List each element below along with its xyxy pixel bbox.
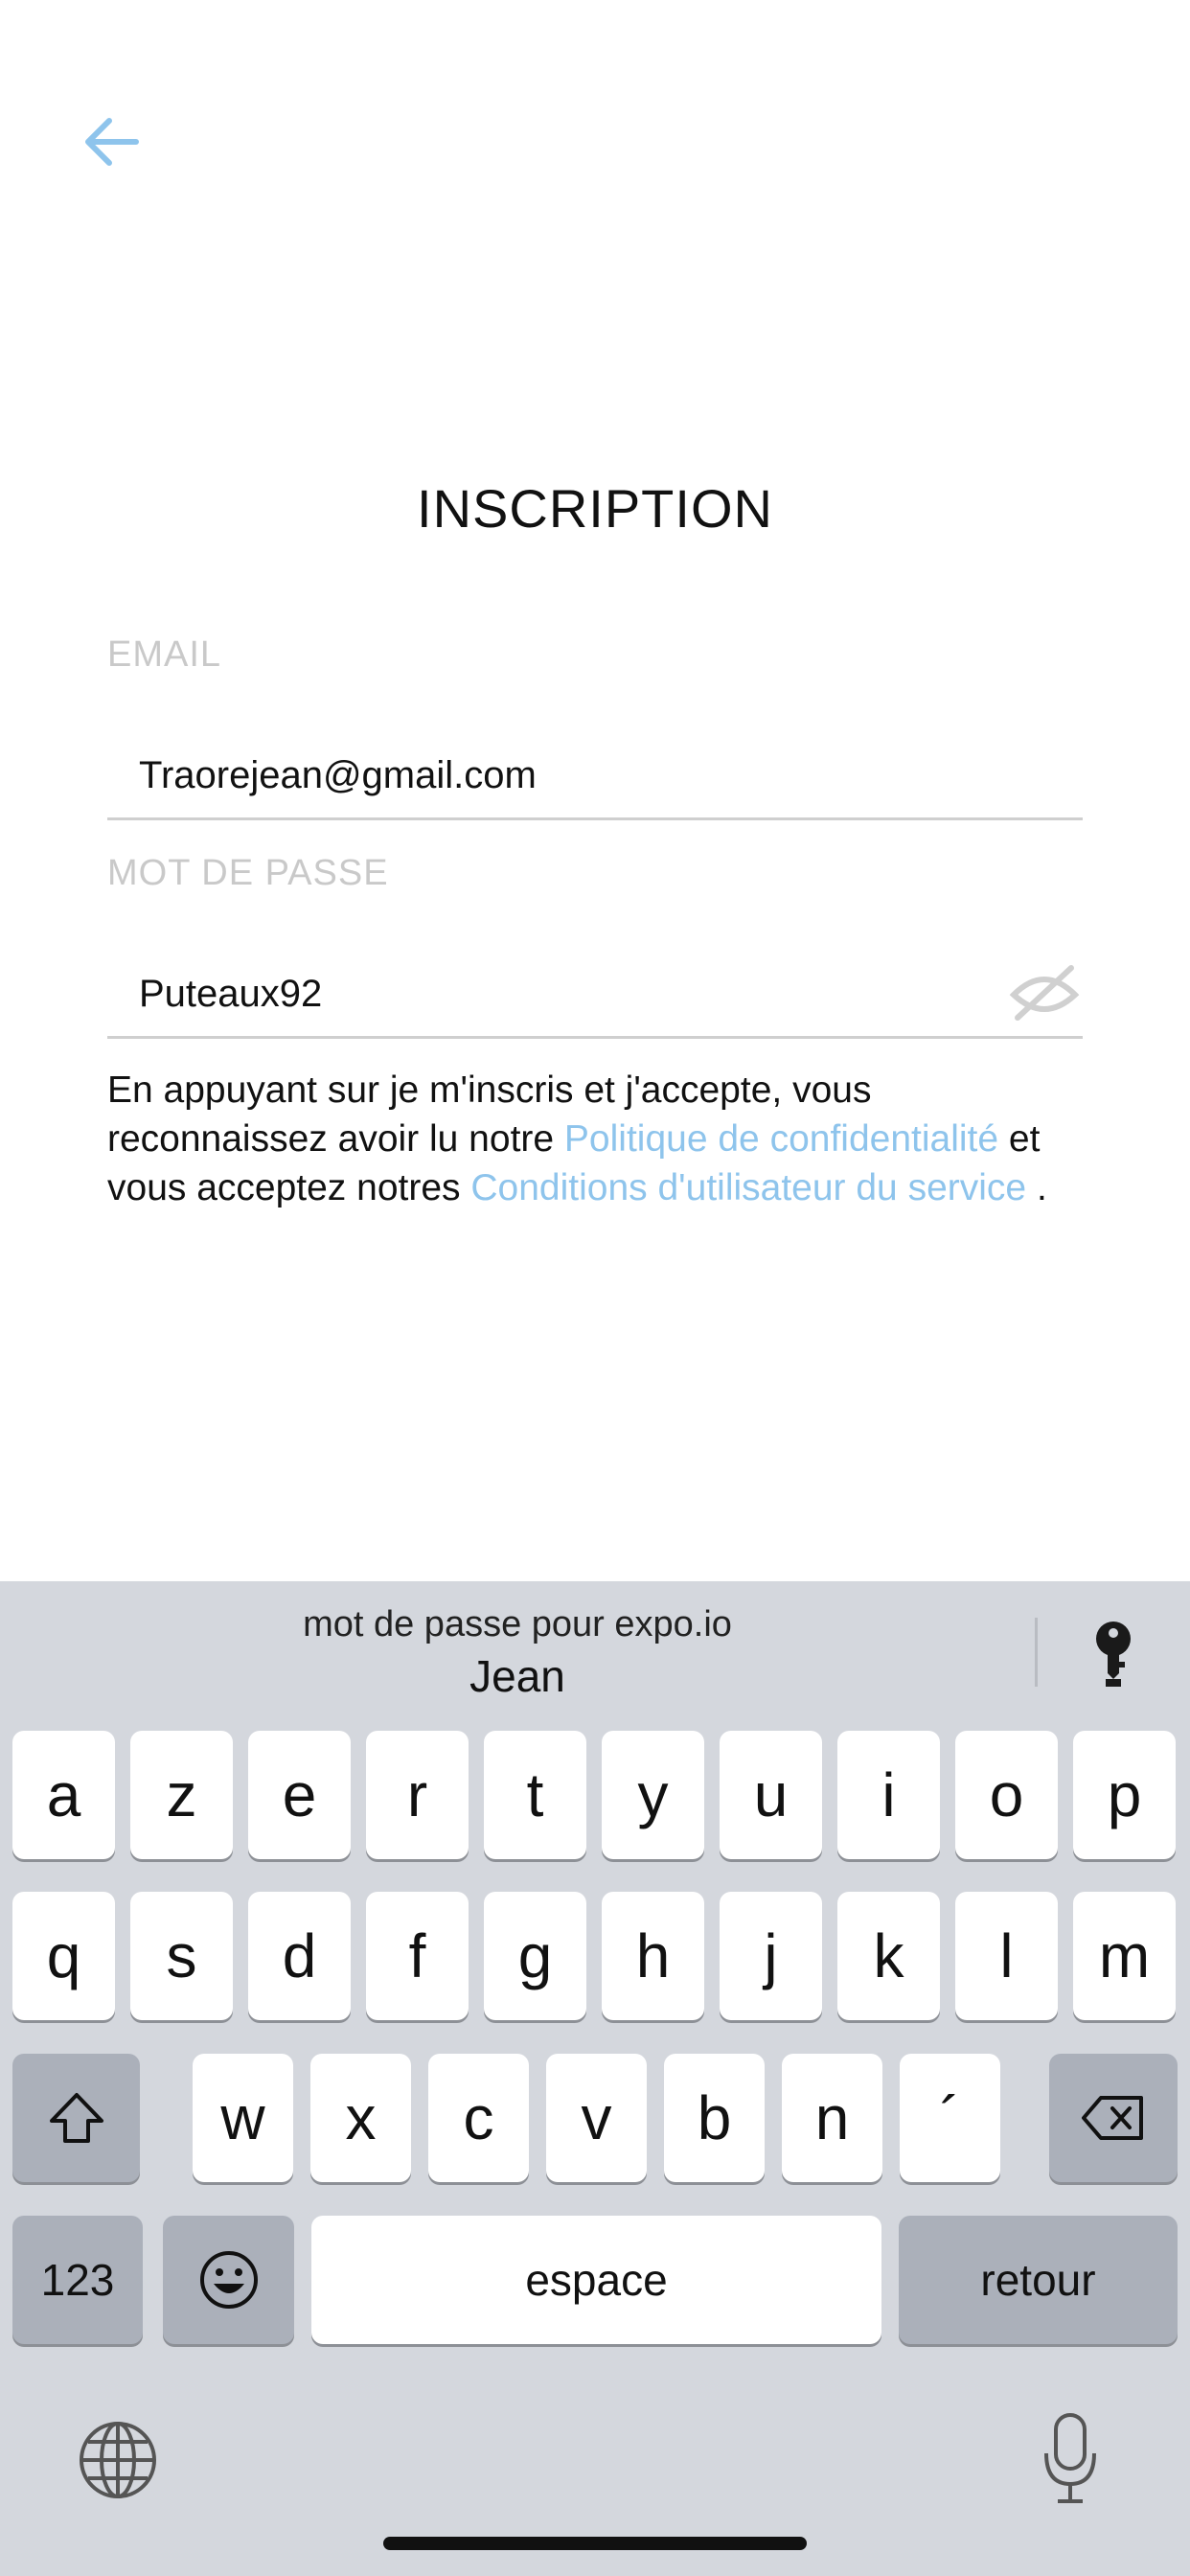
back-arrow-icon[interactable] (77, 105, 153, 182)
key-accent[interactable]: ´ (900, 2054, 1000, 2182)
key-y[interactable]: y (602, 1731, 704, 1859)
password-suggestion-value[interactable]: Jean (0, 1650, 1035, 1702)
terms-of-service-link[interactable]: Conditions d'utilisateur du service (470, 1167, 1026, 1208)
space-key[interactable]: espace (311, 2216, 881, 2344)
microphone-icon[interactable] (1041, 2411, 1100, 2507)
key-v[interactable]: v (546, 2054, 647, 2182)
key-t[interactable]: t (484, 1731, 586, 1859)
suggestion-divider (1035, 1618, 1038, 1687)
consent-text-part3: . (1026, 1167, 1047, 1208)
numbers-key[interactable]: 123 (12, 2216, 143, 2344)
home-indicator[interactable] (383, 2537, 807, 2550)
key-z[interactable]: z (130, 1731, 233, 1859)
key-k[interactable]: k (837, 1892, 940, 2020)
key-l[interactable]: l (955, 1892, 1058, 2020)
key-u[interactable]: u (720, 1731, 822, 1859)
shift-key[interactable] (12, 2054, 140, 2182)
key-m[interactable]: m (1073, 1892, 1176, 2020)
page-title: INSCRIPTION (417, 478, 773, 539)
key-q[interactable]: q (12, 1892, 115, 2020)
key-e[interactable]: e (248, 1731, 351, 1859)
return-key[interactable]: retour (899, 2216, 1178, 2344)
password-field[interactable] (107, 953, 1083, 1039)
key-o[interactable]: o (955, 1731, 1058, 1859)
key-n[interactable]: n (782, 2054, 882, 2182)
shift-icon (49, 2093, 103, 2143)
email-field[interactable] (107, 734, 1083, 820)
eye-slash-icon[interactable] (1008, 958, 1081, 1025)
key-b[interactable]: b (664, 2054, 765, 2182)
key-f[interactable]: f (366, 1892, 469, 2020)
key-d[interactable]: d (248, 1892, 351, 2020)
password-suggestion-caption[interactable]: mot de passe pour expo.io (0, 1604, 1035, 1645)
key-h[interactable]: h (602, 1892, 704, 2020)
emoji-icon (199, 2251, 258, 2309)
email-label: EMAIL (107, 634, 222, 675)
key-x[interactable]: x (310, 2054, 411, 2182)
backspace-icon (1082, 2096, 1143, 2140)
key-g[interactable]: g (484, 1892, 586, 2020)
key-j[interactable]: j (720, 1892, 822, 2020)
globe-icon[interactable] (77, 2419, 159, 2501)
delete-key[interactable] (1049, 2054, 1178, 2182)
key-icon[interactable] (1088, 1620, 1138, 1692)
privacy-policy-link[interactable]: Politique de confidentialité (564, 1118, 998, 1160)
key-c[interactable]: c (428, 2054, 529, 2182)
key-r[interactable]: r (366, 1731, 469, 1859)
password-label: MOT DE PASSE (107, 853, 389, 893)
key-p[interactable]: p (1073, 1731, 1176, 1859)
emoji-key[interactable] (163, 2216, 294, 2344)
key-w[interactable]: w (193, 2054, 293, 2182)
consent-text: En appuyant sur je m'inscris et j'accept… (107, 1066, 1085, 1212)
key-s[interactable]: s (130, 1892, 233, 2020)
key-a[interactable]: a (12, 1731, 115, 1859)
key-i[interactable]: i (837, 1731, 940, 1859)
